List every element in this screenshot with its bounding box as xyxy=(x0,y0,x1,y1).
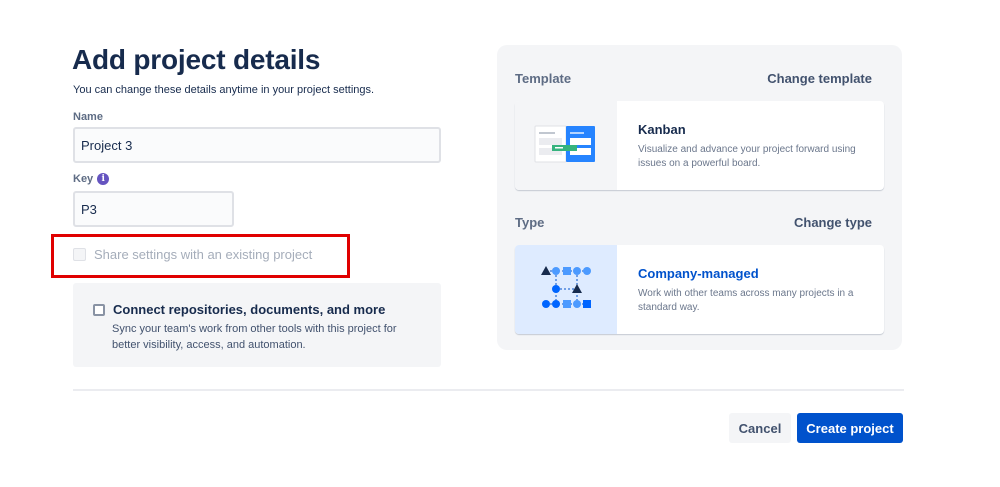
key-label-row: Key i xyxy=(73,173,110,185)
change-type-link[interactable]: Change type xyxy=(794,215,872,230)
type-heading: Type xyxy=(515,215,545,230)
connect-checkbox[interactable] xyxy=(93,304,105,316)
cancel-button[interactable]: Cancel xyxy=(729,413,791,443)
footer-divider xyxy=(73,389,904,391)
page-subtitle: You can change these details anytime in … xyxy=(73,84,375,96)
key-input[interactable] xyxy=(73,191,234,227)
change-template-link[interactable]: Change template xyxy=(767,71,872,86)
share-settings-checkbox xyxy=(73,248,86,261)
share-settings-option: Share settings with an existing project xyxy=(73,247,312,262)
name-label: Name xyxy=(73,111,103,123)
type-description: Work with other teams across many projec… xyxy=(638,288,854,313)
page-title: Add project details xyxy=(72,44,321,75)
info-icon[interactable]: i xyxy=(97,173,110,185)
type-name: Company-managed xyxy=(638,266,759,281)
template-card[interactable]: Kanban Visualize and advance your projec… xyxy=(515,101,884,190)
create-project-button[interactable]: Create project xyxy=(797,413,903,443)
connect-panel: Connect repositories, documents, and mor… xyxy=(73,283,441,367)
template-name: Kanban xyxy=(638,122,686,137)
connect-title[interactable]: Connect repositories, documents, and mor… xyxy=(113,302,385,317)
share-settings-label: Share settings with an existing project xyxy=(94,247,313,262)
template-heading: Template xyxy=(515,71,572,86)
template-description: Visualize and advance your project forwa… xyxy=(638,144,856,169)
type-card[interactable]: Company-managed Work with other teams ac… xyxy=(515,245,884,334)
key-label: Key xyxy=(73,173,94,185)
company-managed-illustration xyxy=(515,245,617,334)
kanban-board-illustration xyxy=(515,101,617,190)
name-input[interactable] xyxy=(73,127,441,163)
connect-description: Sync your team's work from other tools w… xyxy=(112,323,397,351)
